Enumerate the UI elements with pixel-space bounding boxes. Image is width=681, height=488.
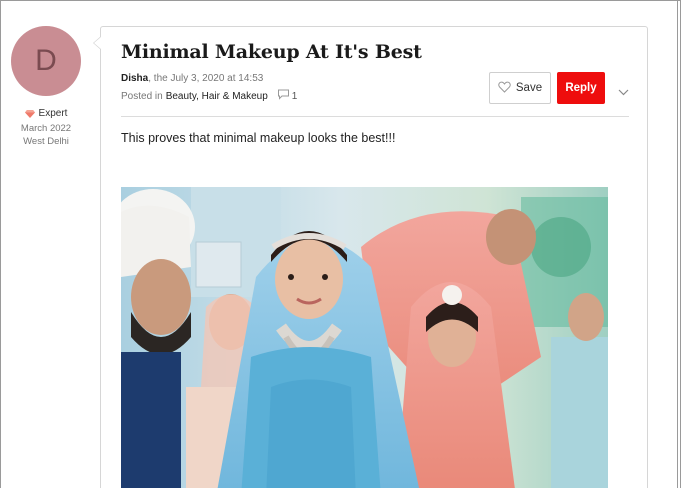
right-edge-line: [677, 0, 678, 488]
speech-bubble-icon: [277, 89, 290, 103]
post-date: , the July 3, 2020 at 14:53: [148, 73, 264, 84]
post-byline: Disha, the July 3, 2020 at 14:53: [121, 73, 263, 84]
post-photo[interactable]: [121, 187, 608, 488]
posted-in-label: Posted in: [121, 90, 163, 102]
save-label: Save: [515, 82, 543, 94]
author-location: West Delhi: [23, 136, 69, 147]
wedding-photo-illustration: [121, 187, 608, 488]
author-joined: March 2022: [20, 123, 72, 134]
comment-count[interactable]: 1: [277, 89, 298, 103]
header-divider: [121, 116, 629, 117]
author-badge: Expert: [8, 108, 84, 119]
post-card: Minimal Makeup At It's Best Disha, the J…: [100, 26, 648, 488]
author-role: Expert: [38, 108, 68, 119]
reply-button[interactable]: Reply: [557, 72, 605, 104]
chevron-down-icon[interactable]: [618, 83, 629, 101]
comment-count-value: 1: [291, 90, 298, 102]
post-body: This proves that minimal makeup looks th…: [121, 131, 396, 145]
avatar[interactable]: D: [11, 26, 81, 96]
post-author-link[interactable]: Disha: [121, 73, 148, 84]
card-pointer-fill: [94, 37, 101, 49]
category-link[interactable]: Beauty, Hair & Makeup: [166, 91, 268, 102]
author-profile: D Expert March 2022 West Delhi: [8, 26, 84, 148]
diamond-icon: [24, 109, 35, 118]
save-button[interactable]: Save: [489, 72, 551, 104]
post-title[interactable]: Minimal Makeup At It's Best: [121, 41, 422, 63]
post-category-line: Posted in Beauty, Hair & Makeup 1: [121, 89, 297, 103]
heart-icon: [498, 81, 511, 96]
